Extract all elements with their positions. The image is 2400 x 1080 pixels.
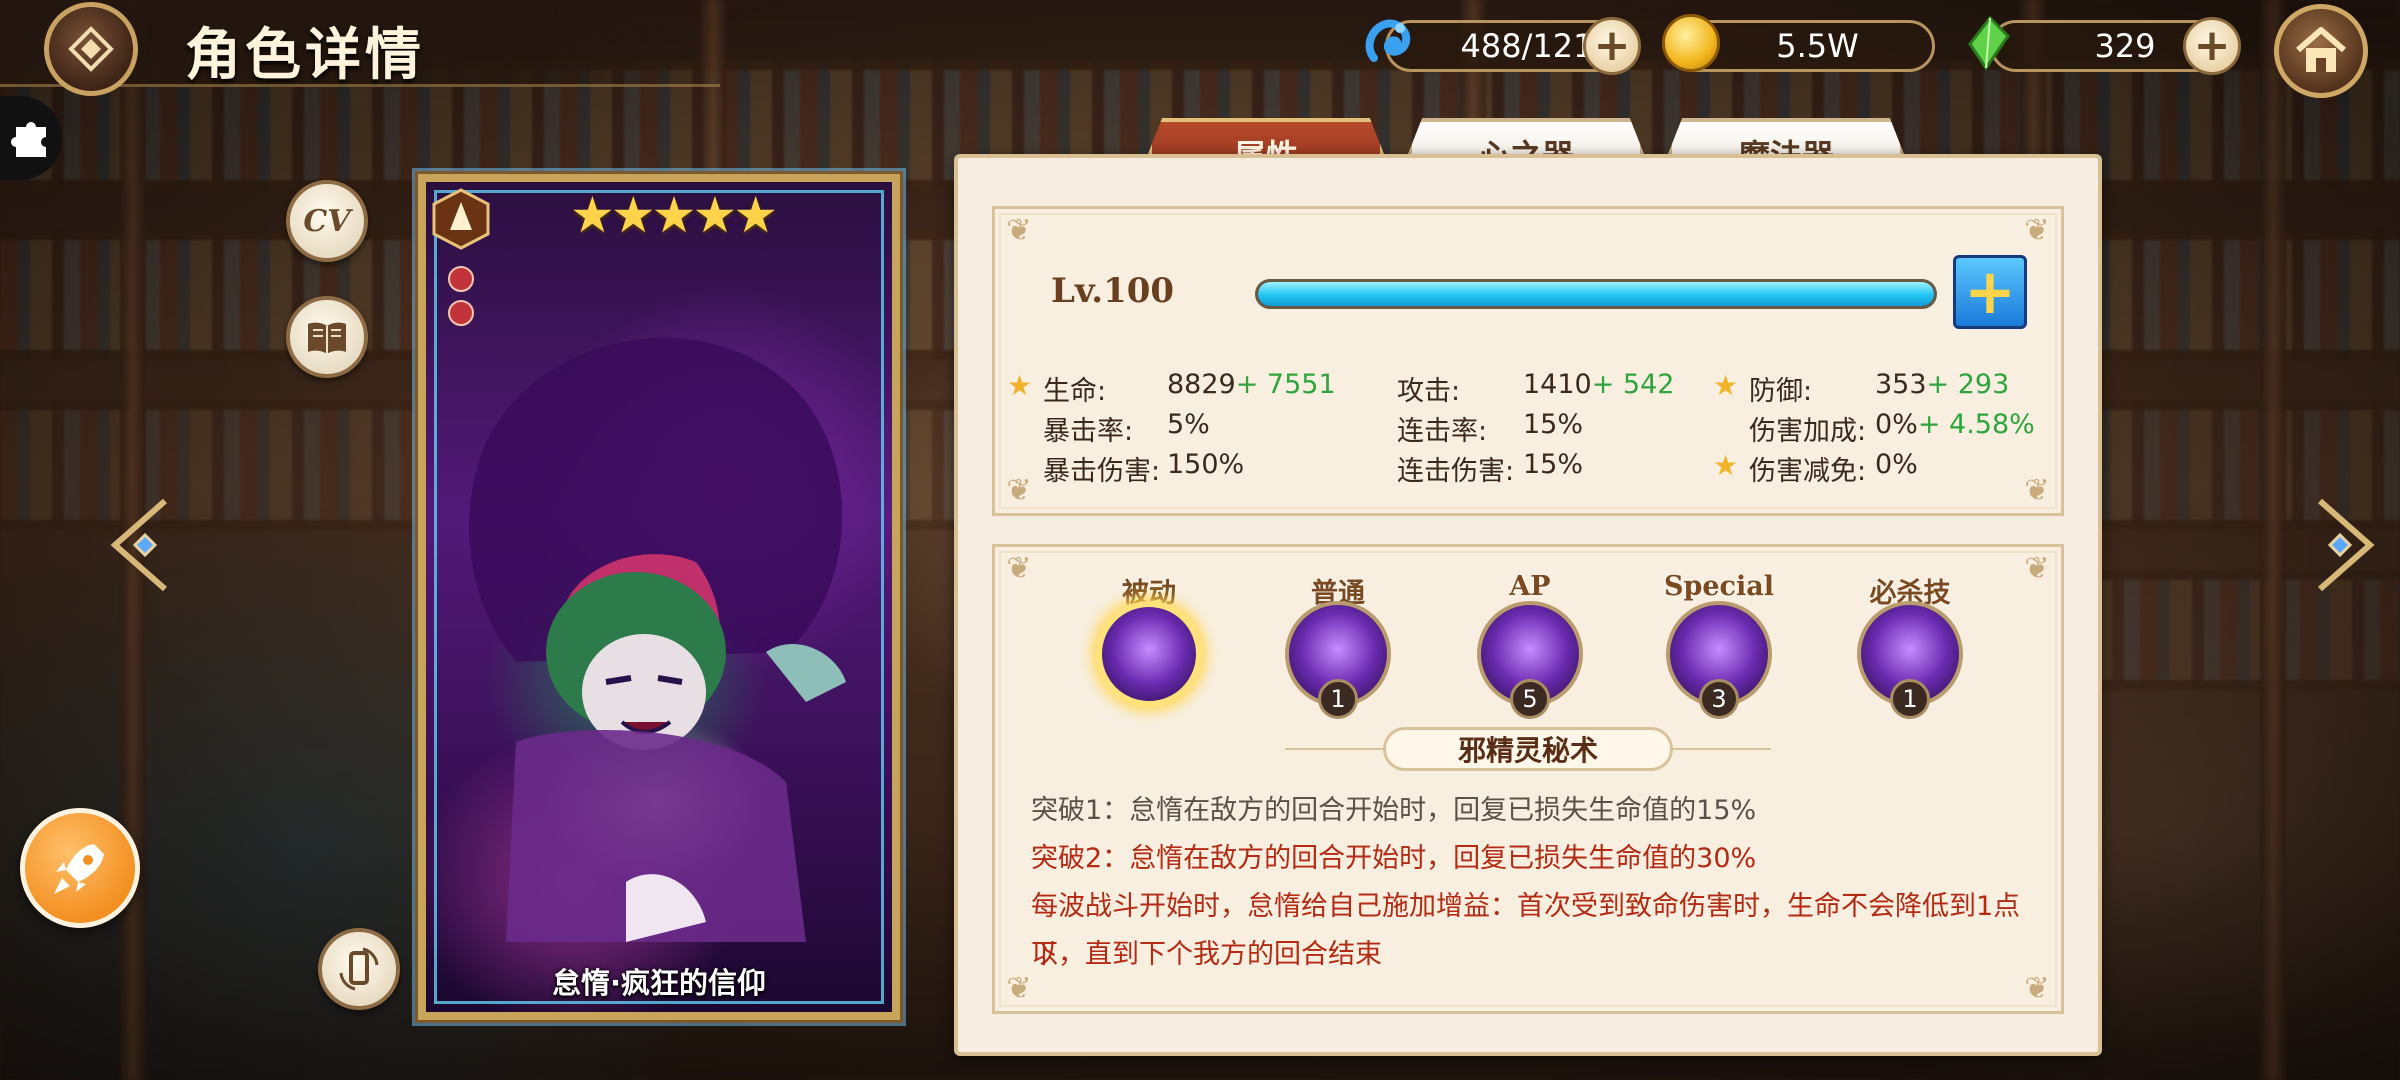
rocket-button[interactable] <box>20 808 140 928</box>
page-title: 角色详情 <box>185 23 425 88</box>
puzzle-icon <box>11 122 46 157</box>
breakthrough-1-text: 突破1：怠惰在敌方的回合开始时，回复已损失生命值的15% <box>1031 795 1757 826</box>
chevron-right-icon <box>2318 498 2375 592</box>
skill-ap[interactable]: AP 5 <box>1470 571 1590 719</box>
skill-title: 邪精灵秘术 <box>1383 727 1673 771</box>
skill-level-badge: 5 <box>1510 679 1550 719</box>
gold-value: 5.5W <box>1776 27 1859 65</box>
story-book-button[interactable] <box>286 296 368 378</box>
skill-normal[interactable]: 普通 1 <box>1278 571 1398 719</box>
crit-rate-stat: 暴击率: 5% <box>1043 409 1210 447</box>
ap-skill-icon: 5 <box>1477 601 1583 719</box>
level-up-button[interactable]: + <box>1953 255 2027 329</box>
star-icon: ★ <box>1713 449 1739 482</box>
green-crystal-icon <box>1960 14 2018 72</box>
damage-bonus-stat: 伤害加成: 0%+ 4.58% <box>1749 409 2035 447</box>
add-gem-button[interactable]: + <box>2183 17 2241 75</box>
attribute-panel: ❦ ❦ ❦ ❦ Lv.100 + ★ 生命: 8829+ 7551 攻击: 14… <box>954 154 2102 1056</box>
skill-effect-text-line2: 下，直到下个我方的回合结束 <box>1031 939 1382 970</box>
skills-section: ❦ ❦ ❦ ❦ 被动 普通 1 AP 5 Special 3 必杀技 1 邪精灵… <box>992 544 2064 1014</box>
skill-level-badge: 3 <box>1699 679 1739 719</box>
add-spirit-button[interactable]: + <box>1583 17 1641 75</box>
rotate-phone-icon <box>339 947 379 991</box>
previous-character-arrow[interactable] <box>105 495 175 595</box>
combo-rate-stat: 连击率: 15% <box>1397 409 1584 447</box>
home-icon <box>2296 27 2346 72</box>
skill-level-badge: 1 <box>1318 679 1358 719</box>
book-icon <box>308 322 346 354</box>
star-rating: ★★★★★ <box>570 186 778 244</box>
red-gem-icon <box>448 300 474 326</box>
element-badge-icon <box>432 188 490 250</box>
hp-stat: 生命: 8829+ 7551 <box>1043 369 1336 407</box>
skill-passive[interactable]: 被动 <box>1089 571 1209 707</box>
character-name: 怠惰·疯狂的信仰 <box>551 966 767 1000</box>
stats-section: ❦ ❦ ❦ ❦ Lv.100 + ★ 生命: 8829+ 7551 攻击: 14… <box>992 206 2064 516</box>
home-button[interactable] <box>2274 4 2368 98</box>
defense-stat: 防御: 353+ 293 <box>1749 369 2010 407</box>
back-button[interactable] <box>44 2 138 96</box>
character-card[interactable]: ★★★★★ 怠惰·疯狂的信仰 <box>418 174 900 1020</box>
normal-skill-icon: 1 <box>1285 601 1391 719</box>
gold-coin-icon <box>1662 14 1720 72</box>
breakthrough-2-text: 突破2：怠惰在敌方的回合开始时，回复已损失生命值的30% <box>1031 843 1757 874</box>
attack-stat: 攻击: 1410+ 542 <box>1397 369 1675 407</box>
blue-spirit-icon <box>1360 14 1418 72</box>
combo-damage-stat: 连击伤害: 15% <box>1397 449 1584 487</box>
skill-level-badge: 1 <box>1890 679 1930 719</box>
ultimate-skill-icon: 1 <box>1857 601 1963 719</box>
level-progress-fill <box>1258 282 1934 306</box>
character-art <box>469 337 846 942</box>
gem-value: 329 <box>2094 27 2156 65</box>
cv-button[interactable]: CV <box>286 180 368 262</box>
passive-skill-icon <box>1096 601 1202 707</box>
skill-special[interactable]: Special 3 <box>1659 571 1779 719</box>
diamond-back-icon <box>68 26 114 72</box>
level-progress-bar <box>1255 279 1937 309</box>
cv-label: CV <box>303 203 351 239</box>
special-skill-icon: 3 <box>1666 601 1772 719</box>
rotate-screen-button[interactable] <box>318 928 400 1010</box>
skill-ultimate[interactable]: 必杀技 1 <box>1850 571 1970 719</box>
next-character-arrow[interactable] <box>2310 495 2380 595</box>
red-gem-icon <box>448 266 474 292</box>
damage-reduction-stat: 伤害减免: 0% <box>1749 449 1918 487</box>
chevron-left-icon <box>110 498 167 592</box>
level-label: Lv.100 <box>1051 271 1175 311</box>
rocket-icon <box>54 844 104 894</box>
spirit-value: 488/121 <box>1460 27 1594 65</box>
star-icon: ★ <box>1007 369 1033 402</box>
star-icon: ★ <box>1713 369 1739 402</box>
crit-damage-stat: 暴击伤害: 150% <box>1043 449 1245 487</box>
